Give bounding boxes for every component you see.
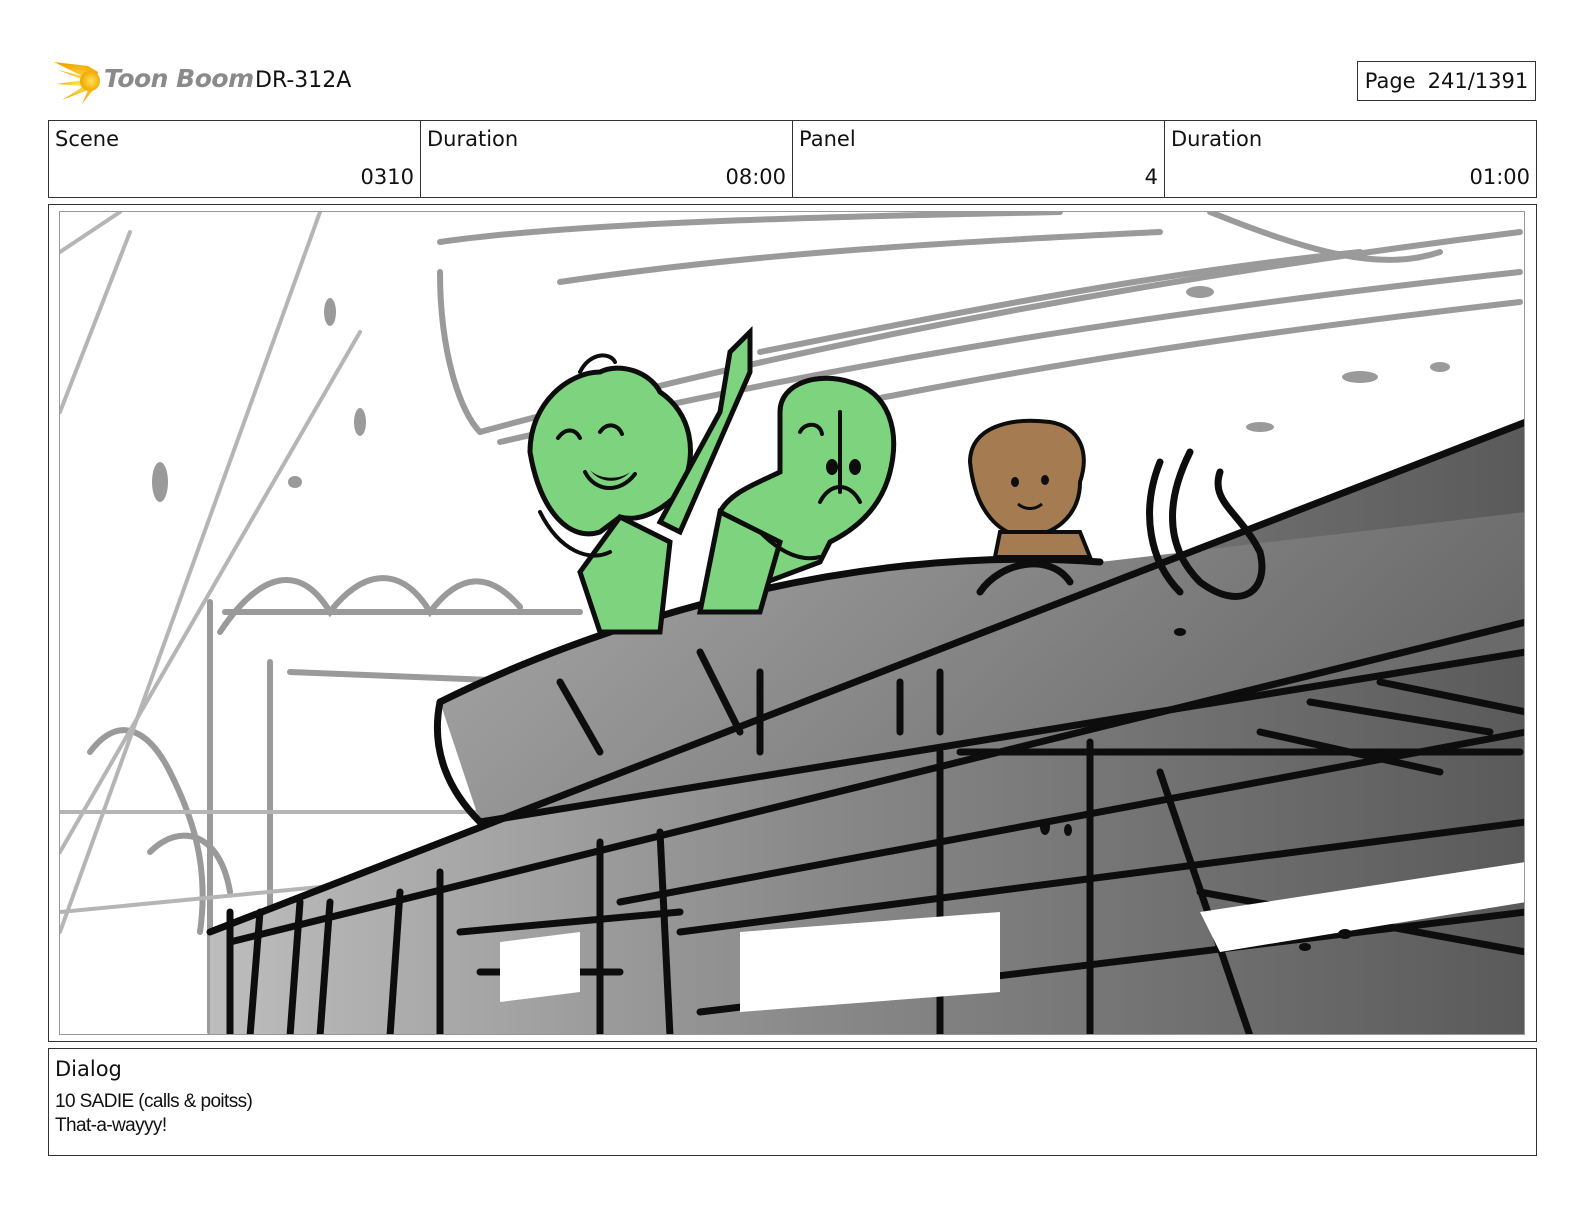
brown-character: [967, 418, 1093, 559]
panel-info-row: Scene 0310 Duration 08:00 Panel 4 Durati…: [48, 120, 1537, 198]
panel-duration-label: Duration: [1171, 127, 1263, 151]
dialog-text-line: That-a-wayyy!: [55, 1115, 167, 1136]
storyboard-panel-frame: [48, 204, 1537, 1042]
scene-duration-value: 08:00: [725, 165, 786, 189]
scene-label: Scene: [55, 127, 120, 151]
panel-duration-cell: Duration 01:00: [1165, 121, 1536, 197]
page-number: 241/1391: [1427, 69, 1529, 93]
scene-cell: Scene 0310: [49, 121, 421, 197]
storyboard-sketch: [60, 212, 1524, 1034]
page-indicator: Page 241/1391: [1357, 61, 1536, 101]
scene-value: 0310: [360, 165, 414, 189]
project-code: DR-312A: [255, 68, 352, 93]
page-label: Page: [1364, 69, 1416, 93]
panel-duration-value: 01:00: [1469, 165, 1530, 189]
panel-value: 4: [1144, 165, 1158, 189]
scene-duration-label: Duration: [427, 127, 519, 151]
panel-cell: Panel 4: [793, 121, 1165, 197]
dialog-speaker-line: 10 SADIE (calls & poitss): [55, 1091, 253, 1112]
dialog-label: Dialog: [55, 1057, 122, 1081]
panel-label: Panel: [799, 127, 856, 151]
storyboard-panel-image: [59, 211, 1525, 1035]
brand-name: Toon Boom: [104, 64, 254, 93]
scene-duration-cell: Duration 08:00: [421, 121, 793, 197]
dialog-box: Dialog 10 SADIE (calls & poitss) That-a-…: [48, 1048, 1537, 1156]
